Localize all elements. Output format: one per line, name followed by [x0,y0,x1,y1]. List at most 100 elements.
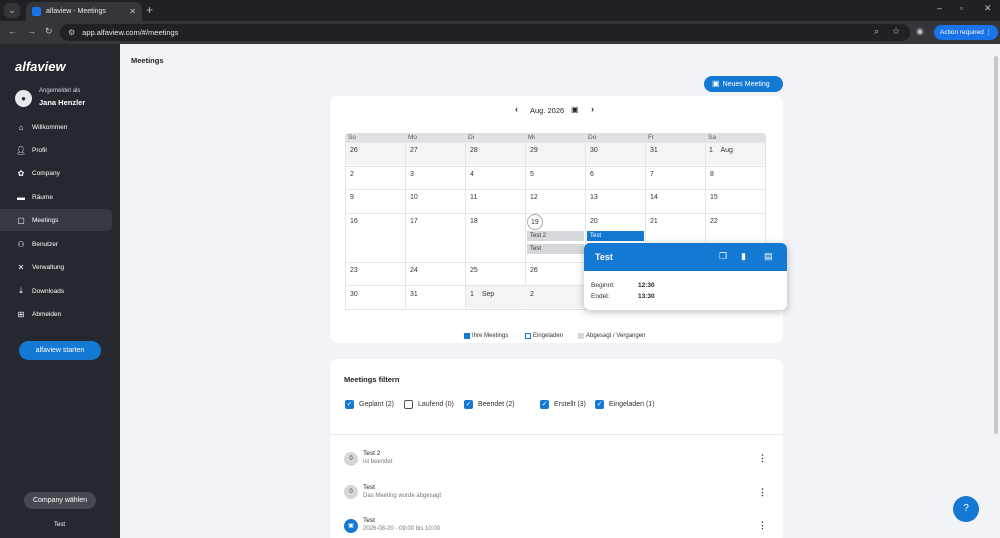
previous-month-icon[interactable]: ‹ [515,104,518,114]
sidebar-item-meetings[interactable]: ▢ Meetings [0,209,112,231]
sidebar-item-willkommen[interactable]: ⌂ Willkommen [0,116,112,138]
address-bar[interactable]: ⚙ app.alfaview.com/#/meetings [60,24,910,41]
meeting-title[interactable]: Test [363,484,375,491]
calendar-day[interactable]: 25 [470,267,478,274]
bookmark-star-icon[interactable]: ☆ [892,26,900,37]
site-info-icon[interactable]: ⚙ [68,28,75,37]
calendar-day[interactable]: 24 [410,267,418,274]
next-month-icon[interactable]: › [591,104,594,114]
statistics-icon[interactable]: ▮ [741,251,746,262]
calendar-day[interactable]: 11 [470,194,477,201]
calendar-day[interactable]: 31 [650,147,658,154]
calendar-day[interactable]: 13 [590,194,598,201]
window-close-icon[interactable]: ✕ [984,3,992,14]
sidebar-item-profil[interactable]: 👤︎ Profil [0,139,112,161]
begin-value: 12:30 [638,282,655,289]
tab-bar: ⌄ alfaview - Meetings ✕ + – ▫ ✕ [0,0,1000,21]
new-meeting-button[interactable]: ▣ Neues Meeting [704,76,783,92]
calendar-day[interactable]: 10 [410,194,418,201]
copy-icon[interactable]: ❐ [719,251,727,262]
profile-icon[interactable]: ◉ [916,26,924,37]
calendar-day[interactable]: 21 [650,218,658,225]
month-picker-icon[interactable]: ▣ [571,105,579,114]
tab-close-icon[interactable]: ✕ [129,7,136,16]
calendar-icon: ▢ [17,215,25,225]
clipboard-icon[interactable]: ▤ [764,251,773,262]
zoom-icon[interactable]: ⌕ [874,26,879,37]
calendar-day[interactable]: 27 [410,147,418,154]
help-button[interactable]: ? [953,496,979,522]
calendar-day[interactable]: 26 [350,147,358,154]
sidebar-item-downloads[interactable]: ⤓ Downloads [0,280,112,302]
grid-line [345,142,346,309]
calendar-day[interactable]: 26 [530,267,538,274]
calendar-day[interactable]: 8 [710,171,714,178]
calendar-day[interactable]: 1 Aug [709,147,733,154]
calendar-day[interactable]: 14 [650,194,658,201]
filter-ended-checkbox[interactable]: ✓ Beendet (2) [464,400,515,409]
calendar-day-today[interactable]: 19 [531,219,539,226]
calendar-day[interactable]: 7 [650,171,654,178]
divider [330,434,783,435]
reload-icon[interactable]: ↻ [45,26,53,37]
browser-chrome: ⌄ alfaview - Meetings ✕ + – ▫ ✕ ← → ↻ ⚙ … [0,0,1000,44]
tools-icon: ✕ [17,262,25,272]
calendar-day[interactable]: 5 [530,171,534,178]
more-options-icon[interactable]: ⋮ [758,453,767,464]
scrollbar-thumb[interactable] [994,56,998,434]
sidebar-item-raeume[interactable]: ▬ Räume [0,186,112,208]
filter-invited-checkbox[interactable]: ✓ Eingeladen (1) [595,400,655,409]
calendar-day[interactable]: 23 [350,267,358,274]
weekday-label: Fr [648,134,655,141]
calendar-day[interactable]: 2 [530,291,534,298]
calendar-day[interactable]: 17 [410,218,418,225]
checkbox-label: Erstellt (3) [554,401,586,408]
calendar-event[interactable]: Test [527,244,584,254]
browser-toolbar: ← → ↻ ⚙ app.alfaview.com/#/meetings ⌕ ☆ … [0,21,1000,44]
back-icon[interactable]: ← [8,26,17,36]
sidebar-item-verwaltung[interactable]: ✕ Verwaltung [0,256,112,278]
more-options-icon[interactable]: ⋮ [758,487,767,498]
calendar-day[interactable]: 2 [350,171,354,178]
maximize-icon[interactable]: ▫ [960,3,963,13]
action-required-button[interactable]: Action required ⋮ [934,25,999,40]
weekday-label: So [348,134,356,141]
start-alfaview-button[interactable]: alfaview starten [19,341,101,360]
filter-created-checkbox[interactable]: ✓ Erstellt (3) [540,400,586,409]
calendar-day[interactable]: 1 Sep [470,291,494,298]
sidebar-item-abmelden[interactable]: ⊞ Abmelden [0,303,112,325]
filter-planned-checkbox[interactable]: ✓ Geplant (2) [345,400,394,409]
calendar-day[interactable]: 3 [410,171,414,178]
calendar-day[interactable]: 31 [410,291,418,298]
filter-running-checkbox[interactable]: Laufend (0) [404,400,454,409]
calendar-day[interactable]: 30 [590,147,598,154]
tab-search-icon[interactable]: ⌄ [4,3,20,18]
new-tab-icon[interactable]: + [146,3,153,17]
end-value: 13:30 [638,293,655,300]
meeting-title[interactable]: Test 2 [363,450,380,457]
choose-company-button[interactable]: Company wählen [24,492,96,509]
minimize-icon[interactable]: – [937,3,942,13]
calendar-day[interactable]: 15 [710,194,718,201]
calendar-day[interactable]: 30 [350,291,358,298]
calendar-day[interactable]: 12 [530,194,538,201]
calendar-event-selected[interactable]: Test [587,231,644,241]
calendar-day[interactable]: 18 [470,218,478,225]
grid-line [465,142,466,309]
meeting-title[interactable]: Test [363,517,375,524]
calendar-day[interactable]: 20 [590,218,598,225]
calendar-day[interactable]: 29 [530,147,538,154]
browser-tab[interactable]: alfaview - Meetings ✕ [26,2,142,21]
forward-icon[interactable]: → [27,26,36,36]
calendar-day[interactable]: 28 [470,147,478,154]
calendar-day[interactable]: 6 [590,171,594,178]
sidebar-item-company[interactable]: ✿ Company [0,162,112,184]
calendar-event[interactable]: Test 2 [527,231,584,241]
calendar-day[interactable]: 9 [350,194,354,201]
sidebar-item-benutzer[interactable]: ⚇ Benutzer [0,233,112,255]
url-text[interactable]: app.alfaview.com/#/meetings [82,28,178,37]
calendar-day[interactable]: 4 [470,171,474,178]
calendar-day[interactable]: 16 [350,218,358,225]
more-options-icon[interactable]: ⋮ [758,520,767,531]
calendar-day[interactable]: 22 [710,218,718,225]
